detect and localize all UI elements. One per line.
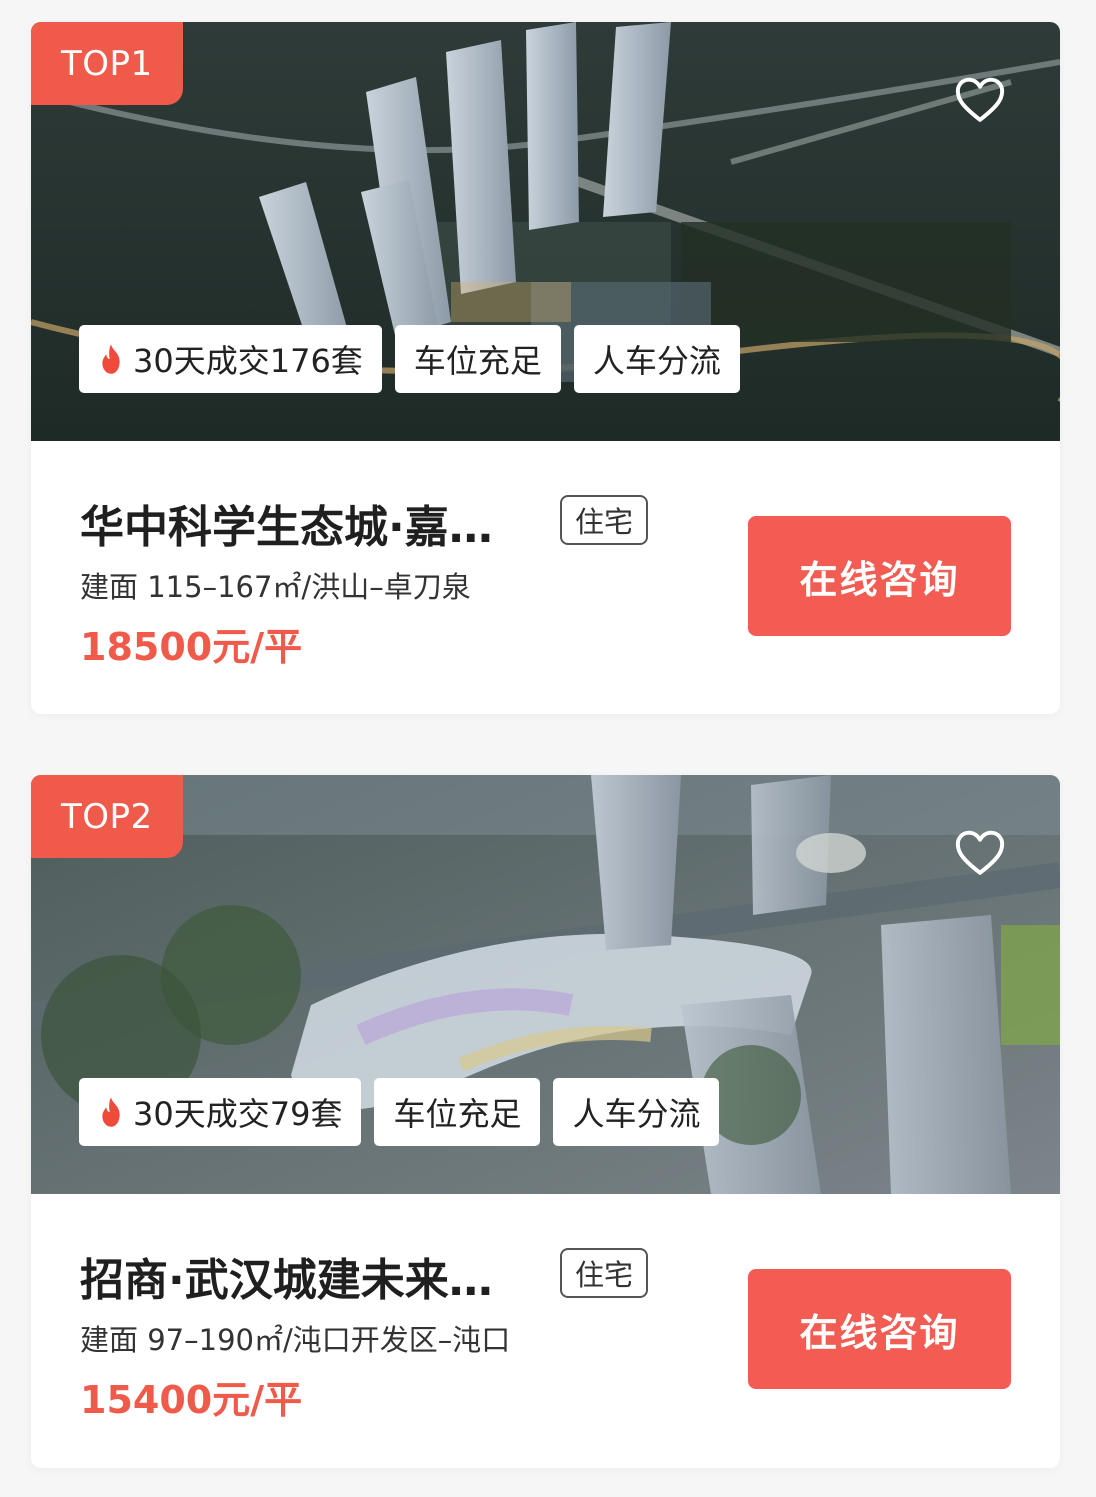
sales-tag-label: 30天成交79套 [133, 1095, 343, 1133]
listing-price: 18500元/平 [80, 625, 303, 669]
consult-online-button[interactable]: 在线咨询 [748, 1269, 1011, 1389]
sales-tag: 30天成交176套 [79, 325, 382, 393]
rank-badge: TOP1 [31, 22, 183, 105]
feature-tag-label: 车位充足 [393, 1095, 522, 1133]
feature-tag: 人车分流 [553, 1078, 720, 1146]
feature-tag: 车位充足 [374, 1078, 541, 1146]
listing-spec: 建面 115–167㎡/洪山–卓刀泉 [80, 570, 471, 604]
feature-tags: 30天成交176套 车位充足 人车分流 [79, 325, 740, 393]
listing-price: 15400元/平 [80, 1378, 303, 1422]
consult-online-button[interactable]: 在线咨询 [748, 516, 1011, 636]
listing-list: TOP1 30天成交176套 车位充足 人车分流 华中科学生态城·嘉… 住宅 建… [0, 0, 1096, 1497]
property-type-badge: 住宅 [560, 1248, 649, 1298]
listing-card[interactable]: TOP2 30天成交79套 车位充足 人车分流 招商·武汉城建未来… 住宅 建面… [31, 775, 1060, 1468]
sales-tag-label: 30天成交176套 [133, 342, 363, 380]
listing-spec: 建面 97–190㎡/沌口开发区–沌口 [80, 1323, 511, 1357]
flame-icon [102, 1097, 120, 1127]
feature-tag: 人车分流 [573, 325, 740, 393]
property-type-badge: 住宅 [560, 495, 649, 545]
listing-info: 华中科学生态城·嘉… 住宅 建面 115–167㎡/洪山–卓刀泉 18500元/… [31, 441, 1060, 714]
feature-tags: 30天成交79套 车位充足 人车分流 [79, 1078, 720, 1146]
flame-icon [102, 344, 120, 374]
feature-tag-label: 人车分流 [592, 342, 721, 380]
listing-photo[interactable]: TOP1 30天成交176套 车位充足 人车分流 [31, 22, 1060, 441]
listing-photo[interactable]: TOP2 30天成交79套 车位充足 人车分流 [31, 775, 1060, 1194]
heart-outline-icon[interactable] [952, 72, 1008, 128]
feature-tag-label: 人车分流 [572, 1095, 701, 1133]
listing-name[interactable]: 华中科学生态城·嘉… [80, 491, 493, 555]
feature-tag-label: 车位充足 [413, 342, 542, 380]
rank-badge: TOP2 [31, 775, 183, 858]
listing-name[interactable]: 招商·武汉城建未来… [80, 1244, 493, 1308]
listing-card[interactable]: TOP1 30天成交176套 车位充足 人车分流 华中科学生态城·嘉… 住宅 建… [31, 22, 1060, 714]
listing-info: 招商·武汉城建未来… 住宅 建面 97–190㎡/沌口开发区–沌口 15400元… [31, 1194, 1060, 1467]
heart-outline-icon[interactable] [952, 825, 1008, 881]
sales-tag: 30天成交79套 [79, 1078, 362, 1146]
feature-tag: 车位充足 [394, 325, 561, 393]
